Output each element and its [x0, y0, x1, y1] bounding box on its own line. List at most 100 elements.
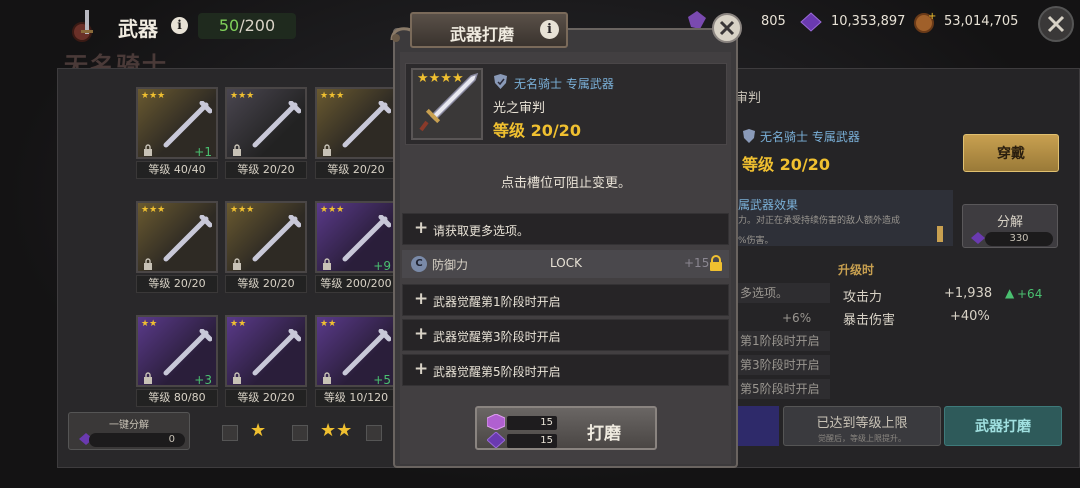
weapon-slot[interactable]: ★★ 等级 20/20 — [225, 315, 307, 407]
weapon-level: 等级 20/20 — [225, 389, 307, 407]
weapon-icon — [342, 215, 391, 262]
weapon-art: ★★★ — [315, 87, 397, 159]
bulk-dismantle-button[interactable]: 一键分解 0 — [68, 412, 190, 450]
lock-icon — [233, 258, 241, 270]
lock-icon — [144, 144, 152, 156]
filter-two-star-icon: ★★ — [320, 420, 353, 441]
weapon-star-rating: ★★★★ — [417, 72, 464, 85]
weapon-level: 等级 20/20 — [315, 161, 397, 179]
weapon-icon — [163, 101, 212, 148]
weapon-slot[interactable]: ★★ +5 等级 10/120 — [315, 315, 397, 407]
star-rating: ★★ — [230, 319, 247, 329]
lock-icon — [144, 372, 152, 384]
enhance-level: +3 — [194, 373, 212, 387]
weapon-level: 等级 20/20 — [136, 275, 218, 293]
option-slot[interactable]: + 请获取更多选项。 — [402, 213, 729, 245]
weapon-level: 等级 80/80 — [136, 389, 218, 407]
maxed-label: 已达到等级上限 — [816, 416, 908, 431]
sharpen-button[interactable]: 15 15 打磨 — [475, 406, 657, 450]
weapon-sharpen-open-button[interactable]: 武器打磨 — [944, 406, 1062, 446]
gem-icon — [487, 432, 505, 448]
sharpen-label: 打磨 — [587, 424, 621, 444]
sharpen-cost: 15 — [487, 414, 559, 430]
dismantle-label: 分解 — [996, 215, 1023, 230]
modal-close-button[interactable] — [712, 13, 742, 43]
filter-checkbox[interactable] — [292, 425, 308, 441]
weapon-art: ★★ +5 — [315, 315, 397, 387]
weapon-level: 等级 20/20 — [493, 121, 581, 140]
weapon-level: 等级 200/200 — [315, 275, 397, 293]
locked-option-slot[interactable]: C 防御力 LOCK +15 — [402, 250, 729, 278]
weapon-level: 等级 40/40 — [136, 161, 218, 179]
filter-checkbox[interactable] — [222, 425, 238, 441]
capacity-current: 50 — [218, 16, 240, 35]
stat-value: +1,938 — [944, 286, 993, 301]
weapon-art: ★★ — [225, 315, 307, 387]
star-rating: ★★★ — [141, 91, 166, 101]
effect-title: 属武器效果 — [738, 198, 799, 212]
weapon-level: 等级 10/120 — [315, 389, 397, 407]
sharpen-cost: 15 — [487, 432, 559, 448]
weapon-slot[interactable]: ★★ +3 等级 80/80 — [136, 315, 218, 407]
lock-icon — [233, 144, 241, 156]
filter-checkbox[interactable] — [366, 425, 382, 441]
plus-icon: + — [414, 359, 429, 379]
awaken-text: 武器觉醒第1阶段时开启 — [433, 295, 561, 309]
plus-icon: + — [414, 289, 429, 309]
weapon-icon — [342, 101, 391, 148]
effect-description-2: %伤害。 — [738, 236, 774, 246]
star-rating: ★★★ — [230, 205, 255, 215]
coin-icon: + — [914, 11, 936, 33]
awaken-text: 武器觉醒第5阶段时开启 — [433, 365, 561, 379]
weapon-slot[interactable]: ★★★ 等级 20/20 — [225, 201, 307, 293]
awaken-slot[interactable]: + 武器觉醒第3阶段时开启 — [402, 319, 729, 351]
stat-name: 暴击伤害 — [843, 313, 896, 328]
weapon-level: 等级 20/20 — [225, 161, 307, 179]
upgrade-heading: 升级时 — [838, 263, 875, 277]
awaken-slot[interactable]: + 武器觉醒第5阶段时开启 — [402, 354, 729, 386]
plus-icon: + — [414, 324, 429, 344]
shield-icon — [743, 129, 755, 143]
detail-side-button[interactable] — [735, 406, 779, 446]
weapon-slot[interactable]: ★★★ 等级 20/20 — [315, 87, 397, 179]
weapon-slot[interactable]: ★★★ 等级 20/20 — [136, 201, 218, 293]
star-rating: ★★★ — [230, 91, 255, 101]
dismantle-value: 330 — [985, 232, 1053, 246]
level-maxed-button[interactable]: 已达到等级上限 觉醒后，等级上限提升。 — [783, 406, 941, 446]
equip-button[interactable]: 穿戴 — [963, 134, 1059, 172]
enhance-level: +9 — [373, 259, 391, 273]
sharpen-cost-1: 15 — [507, 416, 557, 430]
effect-description: 力。对正在承受持续伤害的敌人额外造成 — [738, 216, 901, 226]
close-icon — [1047, 15, 1065, 33]
close-screen-button[interactable] — [1038, 6, 1074, 42]
effect-scrollbar[interactable] — [937, 226, 943, 242]
option-text: 请获取更多选项。 — [433, 224, 530, 238]
info-icon[interactable]: i — [171, 17, 188, 34]
sword-shield-icon — [72, 10, 93, 42]
weapon-slot[interactable]: ★★★ +9 等级 200/200 — [315, 201, 397, 293]
enhance-level: +5 — [373, 373, 391, 387]
weapon-slot[interactable]: ★★★ +1 等级 40/40 — [136, 87, 218, 179]
weapon-exclusive-label: 无名骑士 专属武器 — [514, 77, 614, 91]
enhance-level: +1 — [194, 145, 212, 159]
weapon-art: ★★★ +1 — [136, 87, 218, 159]
awaken-slot[interactable]: + 武器觉醒第1阶段时开启 — [402, 284, 729, 316]
weapon-slot[interactable]: ★★★ 等级 20/20 — [225, 87, 307, 179]
detail-option-row: 第5阶段时开启 — [735, 379, 830, 399]
capacity-total: /200 — [239, 16, 276, 35]
inventory-capacity: 50/200 — [198, 13, 296, 39]
weapon-icon — [252, 215, 301, 262]
weapon-icon — [252, 101, 301, 148]
gem-icon — [971, 232, 985, 244]
lock-icon — [144, 258, 152, 270]
lock-icon — [323, 372, 331, 384]
stat-name: 攻击力 — [843, 290, 883, 305]
detail-option-row: 第3阶段时开启 — [735, 355, 830, 375]
lock-icon[interactable] — [709, 255, 723, 271]
dismantle-button[interactable]: 分解 330 — [962, 204, 1058, 248]
purple-cube-icon — [487, 414, 505, 430]
weapon-icon — [163, 215, 212, 262]
modal-info-icon[interactable]: i — [540, 20, 559, 39]
gem-icon — [800, 12, 822, 32]
weapon-art: ★★ +3 — [136, 315, 218, 387]
